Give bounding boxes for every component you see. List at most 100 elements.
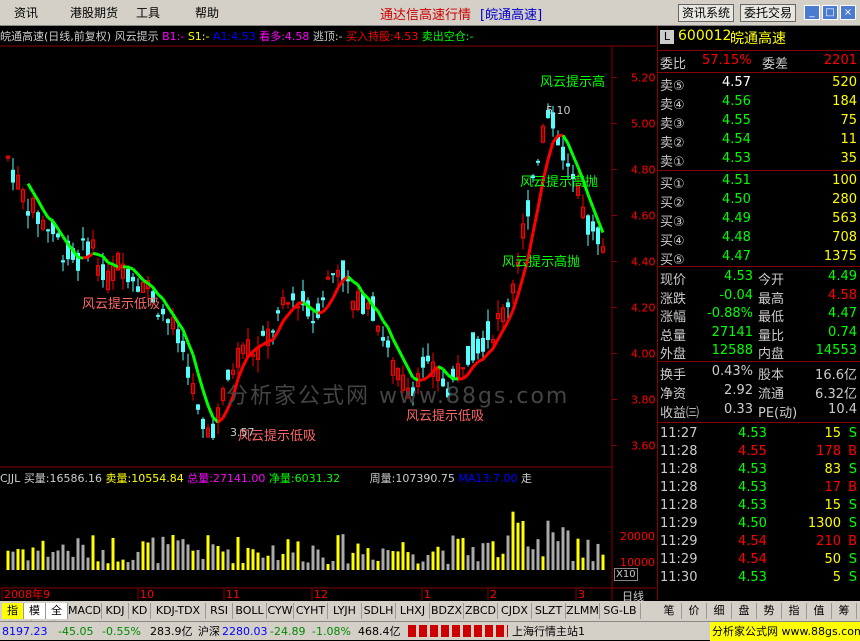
vol-buy: 买量:16586.16	[24, 472, 102, 485]
sell-row: 卖⑤4.57520	[658, 75, 860, 93]
buy-volume: 1375	[824, 249, 857, 264]
kanduo-value: 看多:4.58	[259, 30, 309, 43]
volume-bar	[477, 561, 480, 570]
side-tab[interactable]: 值	[807, 603, 832, 619]
candle-body	[537, 161, 540, 162]
l-icon[interactable]: L	[660, 30, 674, 44]
side-tab[interactable]: 价	[682, 603, 707, 619]
volume-bar	[207, 535, 210, 570]
tab-cyw[interactable]: CYW	[267, 603, 294, 619]
buy-volume: 100	[832, 173, 857, 188]
mairu-value: 买入持股:4.53	[346, 30, 418, 43]
divider	[658, 72, 860, 73]
tab-kdj[interactable]: KDJ	[102, 603, 129, 619]
tab-bdzx[interactable]: BDZX	[430, 603, 464, 619]
volume-bar	[37, 551, 40, 570]
news-system-button[interactable]: 资讯系统	[678, 4, 734, 22]
candle-body	[27, 212, 30, 215]
volume-bar	[582, 558, 585, 570]
tab-lhxj[interactable]: LHXJ	[396, 603, 430, 619]
signal-annotation: 风云提示低吸	[406, 408, 484, 424]
close-icon[interactable]: ×	[840, 5, 856, 20]
volume-bar	[307, 562, 310, 570]
vol-week: 周量:107390.75	[370, 472, 455, 485]
tick-time: 11:29	[660, 516, 697, 531]
volume-bar	[532, 549, 535, 570]
ma-segment	[493, 339, 498, 348]
ma-segment	[513, 295, 518, 310]
sell-volume: 11	[840, 132, 857, 147]
volume-bar	[27, 560, 30, 570]
tab-全部[interactable]: 全部	[46, 603, 68, 619]
sell-label: 卖④	[660, 94, 685, 113]
minimize-icon[interactable]: _	[804, 5, 820, 20]
kline-chart[interactable]: 5.205.004.804.604.404.204.003.803.602008…	[0, 26, 656, 600]
tab-kdj-tdx[interactable]: KDJ-TDX	[151, 603, 206, 619]
tab-指标[interactable]: 指标	[2, 603, 24, 619]
ma-segment	[198, 373, 203, 390]
tick-side: S	[849, 552, 857, 567]
volume-bar	[97, 561, 100, 570]
ma-segment	[148, 283, 153, 287]
tab-slzt[interactable]: SLZT	[532, 603, 566, 619]
volume-bar	[462, 538, 465, 570]
side-tab[interactable]: 指	[782, 603, 807, 619]
volume-bar	[167, 544, 170, 570]
trade-button[interactable]: 委托交易	[740, 4, 796, 22]
volume-bar	[447, 564, 450, 570]
volume-bar	[102, 550, 105, 570]
app-subtitle: [皖通高速]	[480, 4, 542, 23]
tab-zbcd[interactable]: ZBCD	[464, 603, 498, 619]
tab-boll[interactable]: BOLL	[233, 603, 267, 619]
menu-tools[interactable]: 工具	[136, 4, 160, 21]
tab-kd[interactable]: KD	[129, 603, 151, 619]
candle-body	[422, 357, 425, 367]
sell-volume: 35	[840, 151, 857, 166]
tick-row: 11:274.5315S	[658, 426, 860, 444]
signal-annotation: 风云提示高抛	[502, 254, 580, 270]
multiplier-label: X10	[614, 568, 638, 581]
volume-bar	[372, 560, 375, 570]
volume-bar	[172, 535, 175, 570]
buy-row: 买②4.50280	[658, 192, 860, 210]
station-name[interactable]: 上海行情主站1	[512, 622, 585, 641]
tab-rsi[interactable]: RSI	[206, 603, 233, 619]
tab-zlmm[interactable]: ZLMM	[566, 603, 600, 619]
ma-segment	[478, 359, 483, 362]
tick-side: S	[849, 462, 857, 477]
volume-bar	[137, 552, 140, 570]
menu-help[interactable]: 帮助	[195, 4, 219, 21]
site-banner[interactable]: 分析家公式网 www.88gs.com	[710, 622, 860, 641]
ytick-label: 3.60	[631, 440, 656, 453]
tick-volume: 178	[816, 444, 841, 459]
maximize-icon[interactable]: □	[822, 5, 838, 20]
tab-lyjh[interactable]: LYJH	[328, 603, 362, 619]
tab-macd[interactable]: MACD	[68, 603, 102, 619]
tab-cjdx[interactable]: CJDX	[498, 603, 532, 619]
tick-time: 11:29	[660, 552, 697, 567]
side-tab[interactable]: 势	[757, 603, 782, 619]
vol-name: CJJL	[0, 472, 20, 485]
side-tab[interactable]: 筹	[832, 603, 857, 619]
ma-segment	[473, 362, 478, 367]
buy-price: 4.50	[722, 192, 751, 207]
volume-bar	[432, 552, 435, 570]
sell-price: 4.54	[722, 132, 751, 147]
tab-sg-lb[interactable]: SG-LB	[600, 603, 641, 619]
candle-body	[127, 269, 130, 281]
menu-hk-futures[interactable]: 港股期货	[70, 4, 118, 21]
buy-label: 买②	[660, 192, 685, 211]
tab-模板[interactable]: 模板	[24, 603, 46, 619]
divider	[658, 50, 860, 51]
side-tab[interactable]: 盘	[732, 603, 757, 619]
ma-segment	[168, 307, 173, 314]
candle-body	[132, 277, 135, 280]
ma-segment	[468, 367, 473, 374]
side-tab[interactable]: 笔	[657, 603, 682, 619]
side-tab[interactable]: 细	[707, 603, 732, 619]
candle-body	[137, 287, 140, 292]
candle-body	[197, 405, 200, 409]
tab-sdlh[interactable]: SDLH	[362, 603, 396, 619]
tab-cyht[interactable]: CYHT	[294, 603, 328, 619]
menu-news[interactable]: 资讯	[14, 4, 38, 21]
